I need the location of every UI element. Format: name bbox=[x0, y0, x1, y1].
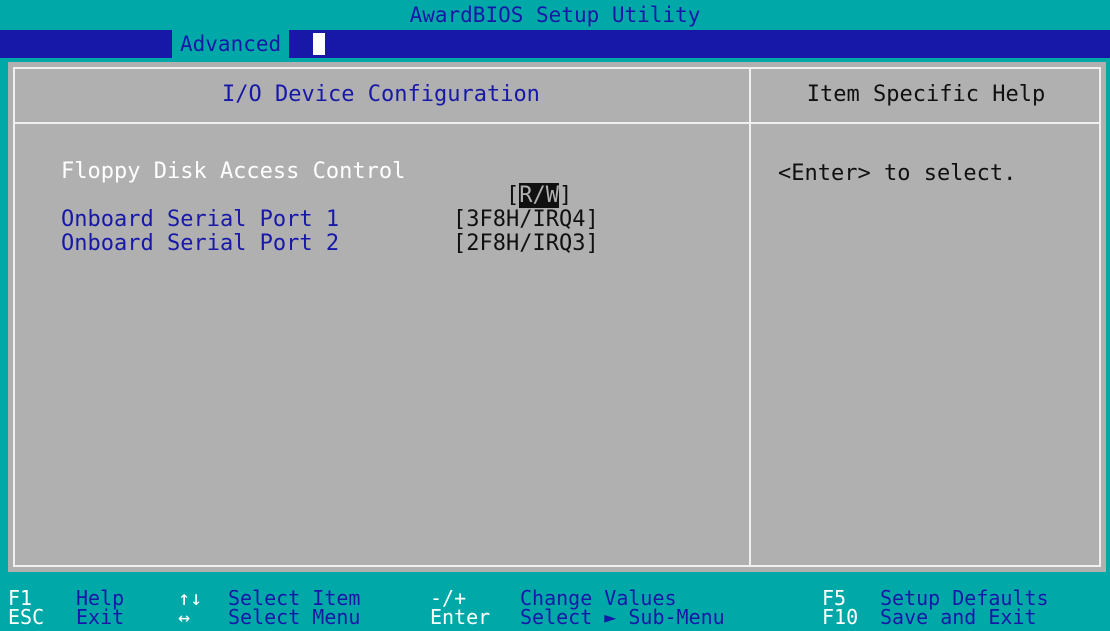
help-text: <Enter> to select. bbox=[778, 161, 1017, 186]
status-bar: F1 Help ESC Exit ↑↓ Select Item ↔ Select… bbox=[0, 582, 1110, 631]
save-exit-hint: Save and Exit bbox=[880, 605, 1037, 629]
floppy-access-label[interactable]: Floppy Disk Access Control bbox=[61, 160, 405, 184]
serial-port-1-label[interactable]: Onboard Serial Port 1 bbox=[61, 208, 339, 232]
menu-bar: Advanced bbox=[0, 30, 1110, 58]
settings-panel: I/O Device Configuration Item Specific H… bbox=[8, 62, 1106, 572]
key-f10: F10 bbox=[822, 605, 859, 629]
key-enter: Enter bbox=[430, 605, 491, 629]
sub-menu-hint: Select ► Sub-Menu bbox=[520, 605, 725, 629]
floppy-access-current[interactable]: R/W bbox=[519, 183, 559, 208]
help-title: Item Specific Help bbox=[806, 82, 1046, 107]
header-divider bbox=[13, 122, 1101, 124]
serial-port-2-value[interactable]: [2F8H/IRQ3] bbox=[453, 232, 599, 256]
select-menu-hint: Select Menu bbox=[228, 605, 361, 629]
tab-marker bbox=[313, 33, 325, 55]
serial-port-1-value[interactable]: [3F8H/IRQ4] bbox=[453, 208, 599, 232]
bracket-open: [ bbox=[505, 183, 520, 208]
column-divider bbox=[749, 67, 751, 567]
arrow-left-right-icon: ↔ bbox=[178, 605, 191, 629]
tab-advanced[interactable]: Advanced bbox=[172, 30, 290, 58]
key-esc: ESC bbox=[8, 605, 45, 629]
bracket-close: ] bbox=[558, 183, 573, 208]
serial-port-2-label[interactable]: Onboard Serial Port 2 bbox=[61, 232, 339, 256]
section-title: I/O Device Configuration bbox=[222, 82, 540, 107]
exit-hint: Exit bbox=[76, 605, 125, 629]
panel-border bbox=[13, 67, 1101, 567]
window-title: AwardBIOS Setup Utility bbox=[0, 0, 1110, 30]
